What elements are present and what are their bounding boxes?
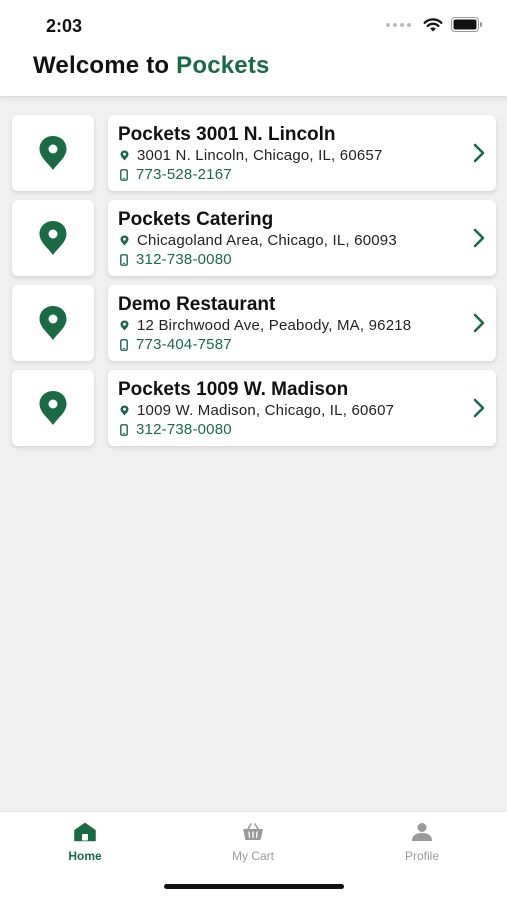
home-icon [74, 822, 96, 842]
address-text: 1009 W. Madison, Chicago, IL, 60607 [137, 402, 395, 419]
address-text: 3001 N. Lincoln, Chicago, IL, 60657 [137, 147, 383, 164]
restaurant-pin-card[interactable] [12, 370, 94, 446]
page-title-brand: Pockets [176, 52, 270, 79]
tab-profile-label: Profile [404, 849, 439, 863]
restaurant-info-card[interactable]: Pockets Catering Chicagoland Area, Chica… [108, 200, 496, 276]
phone-icon [120, 253, 128, 266]
basket-icon [243, 823, 263, 840]
restaurant-info-card[interactable]: Demo Restaurant 12 Birchwood Ave, Peabod… [108, 285, 496, 361]
page-title: Welcome to Pockets [33, 52, 270, 80]
restaurant-name: Pockets 1009 W. Madison [118, 379, 349, 400]
battery-icon [451, 17, 482, 32]
restaurant-address: 12 Birchwood Ave, Peabody, MA, 96218 [120, 317, 411, 334]
restaurant-address: 1009 W. Madison, Chicago, IL, 60607 [120, 402, 394, 419]
tab-home[interactable]: Home [30, 822, 140, 863]
phone-text[interactable]: 312-738-0080 [136, 251, 232, 268]
phone-icon [120, 423, 128, 436]
restaurant-phone[interactable]: 773-404-7587 [120, 336, 232, 353]
location-pin-icon [39, 306, 67, 340]
chevron-right-icon[interactable] [472, 142, 486, 164]
restaurant-info-card[interactable]: Pockets 3001 N. Lincoln 3001 N. Lincoln,… [108, 115, 496, 191]
tab-my-cart[interactable]: My Cart [198, 822, 308, 863]
location-pin-icon [39, 136, 67, 170]
restaurant-pin-card[interactable] [12, 200, 94, 276]
tab-my-cart-label: My Cart [232, 849, 274, 863]
phone-icon [120, 168, 128, 181]
page-title-prefix: Welcome to [33, 52, 177, 79]
restaurant-pin-card[interactable] [12, 285, 94, 361]
restaurant-pin-card[interactable] [12, 115, 94, 191]
restaurant-phone[interactable]: 312-738-0080 [120, 251, 232, 268]
small-pin-icon [120, 235, 129, 246]
tab-home-label: Home [68, 849, 102, 863]
restaurant-info-card[interactable]: Pockets 1009 W. Madison 1009 W. Madison,… [108, 370, 496, 446]
restaurant-name: Demo Restaurant [118, 294, 276, 315]
address-text: Chicagoland Area, Chicago, IL, 60093 [137, 232, 397, 249]
small-pin-icon [120, 150, 129, 161]
wifi-icon [423, 17, 443, 31]
location-pin-icon [39, 221, 67, 255]
restaurant-phone[interactable]: 773-528-2167 [120, 166, 232, 183]
restaurant-row[interactable]: Pockets 3001 N. Lincoln 3001 N. Lincoln,… [0, 115, 507, 193]
tab-profile[interactable]: Profile [367, 822, 477, 863]
restaurant-name: Pockets 3001 N. Lincoln [118, 124, 336, 145]
restaurant-phone[interactable]: 312-738-0080 [120, 421, 232, 438]
address-text: 12 Birchwood Ave, Peabody, MA, 96218 [137, 317, 412, 334]
phone-text[interactable]: 773-404-7587 [136, 336, 232, 353]
restaurant-row[interactable]: Demo Restaurant 12 Birchwood Ave, Peabod… [0, 285, 507, 363]
small-pin-icon [120, 320, 129, 331]
restaurant-address: 3001 N. Lincoln, Chicago, IL, 60657 [120, 147, 383, 164]
app-header: Welcome to Pockets [0, 50, 507, 97]
restaurant-address: Chicagoland Area, Chicago, IL, 60093 [120, 232, 397, 249]
location-pin-icon [39, 391, 67, 425]
chevron-right-icon[interactable] [472, 397, 486, 419]
phone-text[interactable]: 773-528-2167 [136, 166, 232, 183]
small-pin-icon [120, 405, 129, 416]
chevron-right-icon[interactable] [472, 227, 486, 249]
chevron-right-icon[interactable] [472, 312, 486, 334]
phone-icon [120, 338, 128, 351]
restaurant-name: Pockets Catering [118, 209, 274, 230]
person-icon [412, 823, 432, 841]
restaurant-row[interactable]: Pockets Catering Chicagoland Area, Chica… [0, 200, 507, 278]
status-time: 2:03 [46, 16, 83, 36]
status-bar: 2:03 [0, 0, 507, 50]
cellular-signal-icon [386, 22, 411, 27]
restaurant-row[interactable]: Pockets 1009 W. Madison 1009 W. Madison,… [0, 370, 507, 448]
status-icons [386, 17, 483, 32]
home-indicator [164, 884, 344, 889]
phone-text[interactable]: 312-738-0080 [136, 421, 232, 438]
